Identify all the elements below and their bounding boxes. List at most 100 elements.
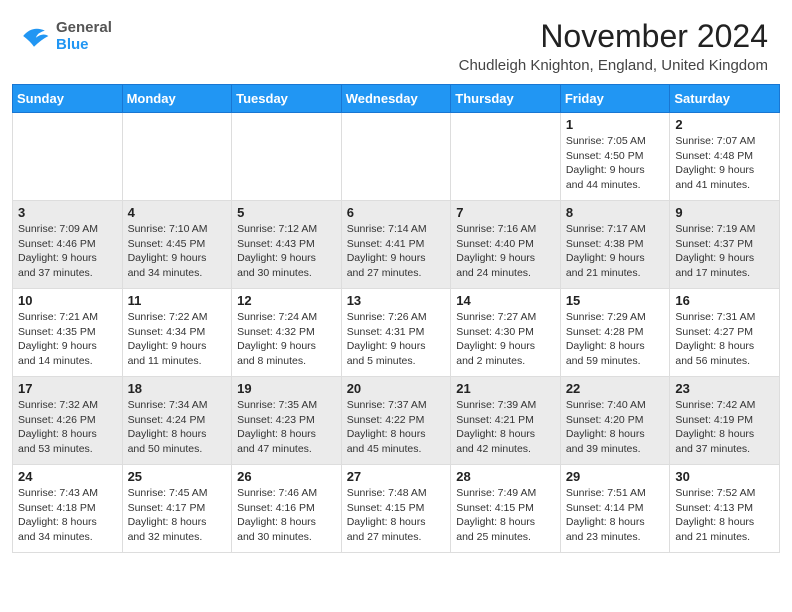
day-info: Sunrise: 7:43 AM Sunset: 4:18 PM Dayligh… (18, 486, 117, 545)
calendar-cell: 3Sunrise: 7:09 AM Sunset: 4:46 PM Daylig… (13, 201, 123, 289)
day-info: Sunrise: 7:39 AM Sunset: 4:21 PM Dayligh… (456, 398, 555, 457)
day-number: 2 (675, 117, 774, 132)
calendar-week-3: 10Sunrise: 7:21 AM Sunset: 4:35 PM Dayli… (13, 289, 780, 377)
page-header: General Blue November 2024 Chudleigh Kni… (0, 0, 792, 78)
weekday-header-thursday: Thursday (451, 85, 561, 113)
logo-blue-text: Blue (56, 36, 112, 53)
title-block: November 2024 Chudleigh Knighton, Englan… (459, 18, 768, 74)
day-info: Sunrise: 7:22 AM Sunset: 4:34 PM Dayligh… (128, 310, 227, 369)
day-number: 17 (18, 381, 117, 396)
day-number: 18 (128, 381, 227, 396)
calendar-cell: 14Sunrise: 7:27 AM Sunset: 4:30 PM Dayli… (451, 289, 561, 377)
day-number: 27 (347, 469, 446, 484)
day-info: Sunrise: 7:51 AM Sunset: 4:14 PM Dayligh… (566, 486, 665, 545)
calendar-cell: 21 Sunrise: 7:39 AM Sunset: 4:21 PM Dayli… (451, 377, 561, 465)
day-info: Sunrise: 7:17 AM Sunset: 4:38 PM Dayligh… (566, 222, 665, 281)
day-info: Sunrise: 7:05 AM Sunset: 4:50 PM Dayligh… (566, 134, 665, 193)
day-info: Sunrise: 7:26 AM Sunset: 4:31 PM Dayligh… (347, 310, 446, 369)
calendar-cell: 10Sunrise: 7:21 AM Sunset: 4:35 PM Dayli… (13, 289, 123, 377)
day-number: 29 (566, 469, 665, 484)
day-number: 10 (18, 293, 117, 308)
day-number: 19 (237, 381, 336, 396)
calendar-cell: 1 Sunrise: 7:05 AM Sunset: 4:50 PM Daylig… (560, 113, 670, 201)
calendar-cell (13, 113, 123, 201)
calendar-cell: 7Sunrise: 7:16 AM Sunset: 4:40 PM Daylig… (451, 201, 561, 289)
day-info: Sunrise: 7:24 AM Sunset: 4:32 PM Dayligh… (237, 310, 336, 369)
calendar-cell: 2 Sunrise: 7:07 AM Sunset: 4:48 PM Daylig… (670, 113, 780, 201)
calendar-cell: 8 Sunrise: 7:17 AM Sunset: 4:38 PM Daylig… (560, 201, 670, 289)
calendar-cell: 18 Sunrise: 7:34 AM Sunset: 4:24 PM Dayli… (122, 377, 232, 465)
calendar-cell: 28 Sunrise: 7:49 AM Sunset: 4:15 PM Dayli… (451, 465, 561, 553)
day-number: 12 (237, 293, 336, 308)
day-info: Sunrise: 7:07 AM Sunset: 4:48 PM Dayligh… (675, 134, 774, 193)
day-info: Sunrise: 7:35 AM Sunset: 4:23 PM Dayligh… (237, 398, 336, 457)
day-number: 24 (18, 469, 117, 484)
day-number: 21 (456, 381, 555, 396)
day-info: Sunrise: 7:49 AM Sunset: 4:15 PM Dayligh… (456, 486, 555, 545)
calendar-cell: 25 Sunrise: 7:45 AM Sunset: 4:17 PM Dayli… (122, 465, 232, 553)
day-info: Sunrise: 7:52 AM Sunset: 4:13 PM Dayligh… (675, 486, 774, 545)
month-title: November 2024 (459, 18, 768, 55)
day-number: 5 (237, 205, 336, 220)
day-number: 1 (566, 117, 665, 132)
day-number: 26 (237, 469, 336, 484)
weekday-header-row: SundayMondayTuesdayWednesdayThursdayFrid… (13, 85, 780, 113)
day-info: Sunrise: 7:10 AM Sunset: 4:45 PM Dayligh… (128, 222, 227, 281)
weekday-header-wednesday: Wednesday (341, 85, 451, 113)
day-info: Sunrise: 7:14 AM Sunset: 4:41 PM Dayligh… (347, 222, 446, 281)
weekday-header-tuesday: Tuesday (232, 85, 342, 113)
calendar-cell: 30 Sunrise: 7:52 AM Sunset: 4:13 PM Dayli… (670, 465, 780, 553)
day-info: Sunrise: 7:46 AM Sunset: 4:16 PM Dayligh… (237, 486, 336, 545)
weekday-header-saturday: Saturday (670, 85, 780, 113)
logo-general-text: General (56, 19, 112, 36)
day-number: 22 (566, 381, 665, 396)
calendar-cell: 12 Sunrise: 7:24 AM Sunset: 4:32 PM Dayli… (232, 289, 342, 377)
calendar-cell: 6Sunrise: 7:14 AM Sunset: 4:41 PM Daylig… (341, 201, 451, 289)
calendar-cell: 11 Sunrise: 7:22 AM Sunset: 4:34 PM Dayli… (122, 289, 232, 377)
day-number: 14 (456, 293, 555, 308)
calendar-cell: 23Sunrise: 7:42 AM Sunset: 4:19 PM Dayli… (670, 377, 780, 465)
calendar-cell: 24 Sunrise: 7:43 AM Sunset: 4:18 PM Dayli… (13, 465, 123, 553)
day-info: Sunrise: 7:37 AM Sunset: 4:22 PM Dayligh… (347, 398, 446, 457)
day-number: 28 (456, 469, 555, 484)
calendar-cell: 16Sunrise: 7:31 AM Sunset: 4:27 PM Dayli… (670, 289, 780, 377)
logo: General Blue (16, 18, 112, 54)
day-number: 16 (675, 293, 774, 308)
calendar-cell: 20 Sunrise: 7:37 AM Sunset: 4:22 PM Dayli… (341, 377, 451, 465)
calendar-week-5: 24 Sunrise: 7:43 AM Sunset: 4:18 PM Dayli… (13, 465, 780, 553)
day-number: 25 (128, 469, 227, 484)
day-info: Sunrise: 7:45 AM Sunset: 4:17 PM Dayligh… (128, 486, 227, 545)
calendar-cell (341, 113, 451, 201)
calendar-cell: 19 Sunrise: 7:35 AM Sunset: 4:23 PM Dayli… (232, 377, 342, 465)
day-info: Sunrise: 7:32 AM Sunset: 4:26 PM Dayligh… (18, 398, 117, 457)
day-number: 3 (18, 205, 117, 220)
day-info: Sunrise: 7:48 AM Sunset: 4:15 PM Dayligh… (347, 486, 446, 545)
day-number: 9 (675, 205, 774, 220)
day-info: Sunrise: 7:42 AM Sunset: 4:19 PM Dayligh… (675, 398, 774, 457)
weekday-header-monday: Monday (122, 85, 232, 113)
calendar-cell: 13 Sunrise: 7:26 AM Sunset: 4:31 PM Dayli… (341, 289, 451, 377)
day-number: 30 (675, 469, 774, 484)
calendar-cell (451, 113, 561, 201)
day-number: 8 (566, 205, 665, 220)
calendar-cell: 27 Sunrise: 7:48 AM Sunset: 4:15 PM Dayli… (341, 465, 451, 553)
day-number: 4 (128, 205, 227, 220)
day-number: 20 (347, 381, 446, 396)
weekday-header-sunday: Sunday (13, 85, 123, 113)
day-info: Sunrise: 7:19 AM Sunset: 4:37 PM Dayligh… (675, 222, 774, 281)
calendar-table: SundayMondayTuesdayWednesdayThursdayFrid… (12, 84, 780, 553)
calendar-cell: 26 Sunrise: 7:46 AM Sunset: 4:16 PM Dayli… (232, 465, 342, 553)
calendar-cell: 5Sunrise: 7:12 AM Sunset: 4:43 PM Daylig… (232, 201, 342, 289)
calendar-cell: 9 Sunrise: 7:19 AM Sunset: 4:37 PM Daylig… (670, 201, 780, 289)
calendar-cell: 29 Sunrise: 7:51 AM Sunset: 4:14 PM Dayli… (560, 465, 670, 553)
day-info: Sunrise: 7:16 AM Sunset: 4:40 PM Dayligh… (456, 222, 555, 281)
day-info: Sunrise: 7:40 AM Sunset: 4:20 PM Dayligh… (566, 398, 665, 457)
calendar-cell: 22 Sunrise: 7:40 AM Sunset: 4:20 PM Dayli… (560, 377, 670, 465)
day-number: 11 (128, 293, 227, 308)
day-info: Sunrise: 7:34 AM Sunset: 4:24 PM Dayligh… (128, 398, 227, 457)
day-number: 13 (347, 293, 446, 308)
calendar-cell: 4 Sunrise: 7:10 AM Sunset: 4:45 PM Daylig… (122, 201, 232, 289)
logo-icon (16, 18, 52, 54)
day-number: 15 (566, 293, 665, 308)
weekday-header-friday: Friday (560, 85, 670, 113)
